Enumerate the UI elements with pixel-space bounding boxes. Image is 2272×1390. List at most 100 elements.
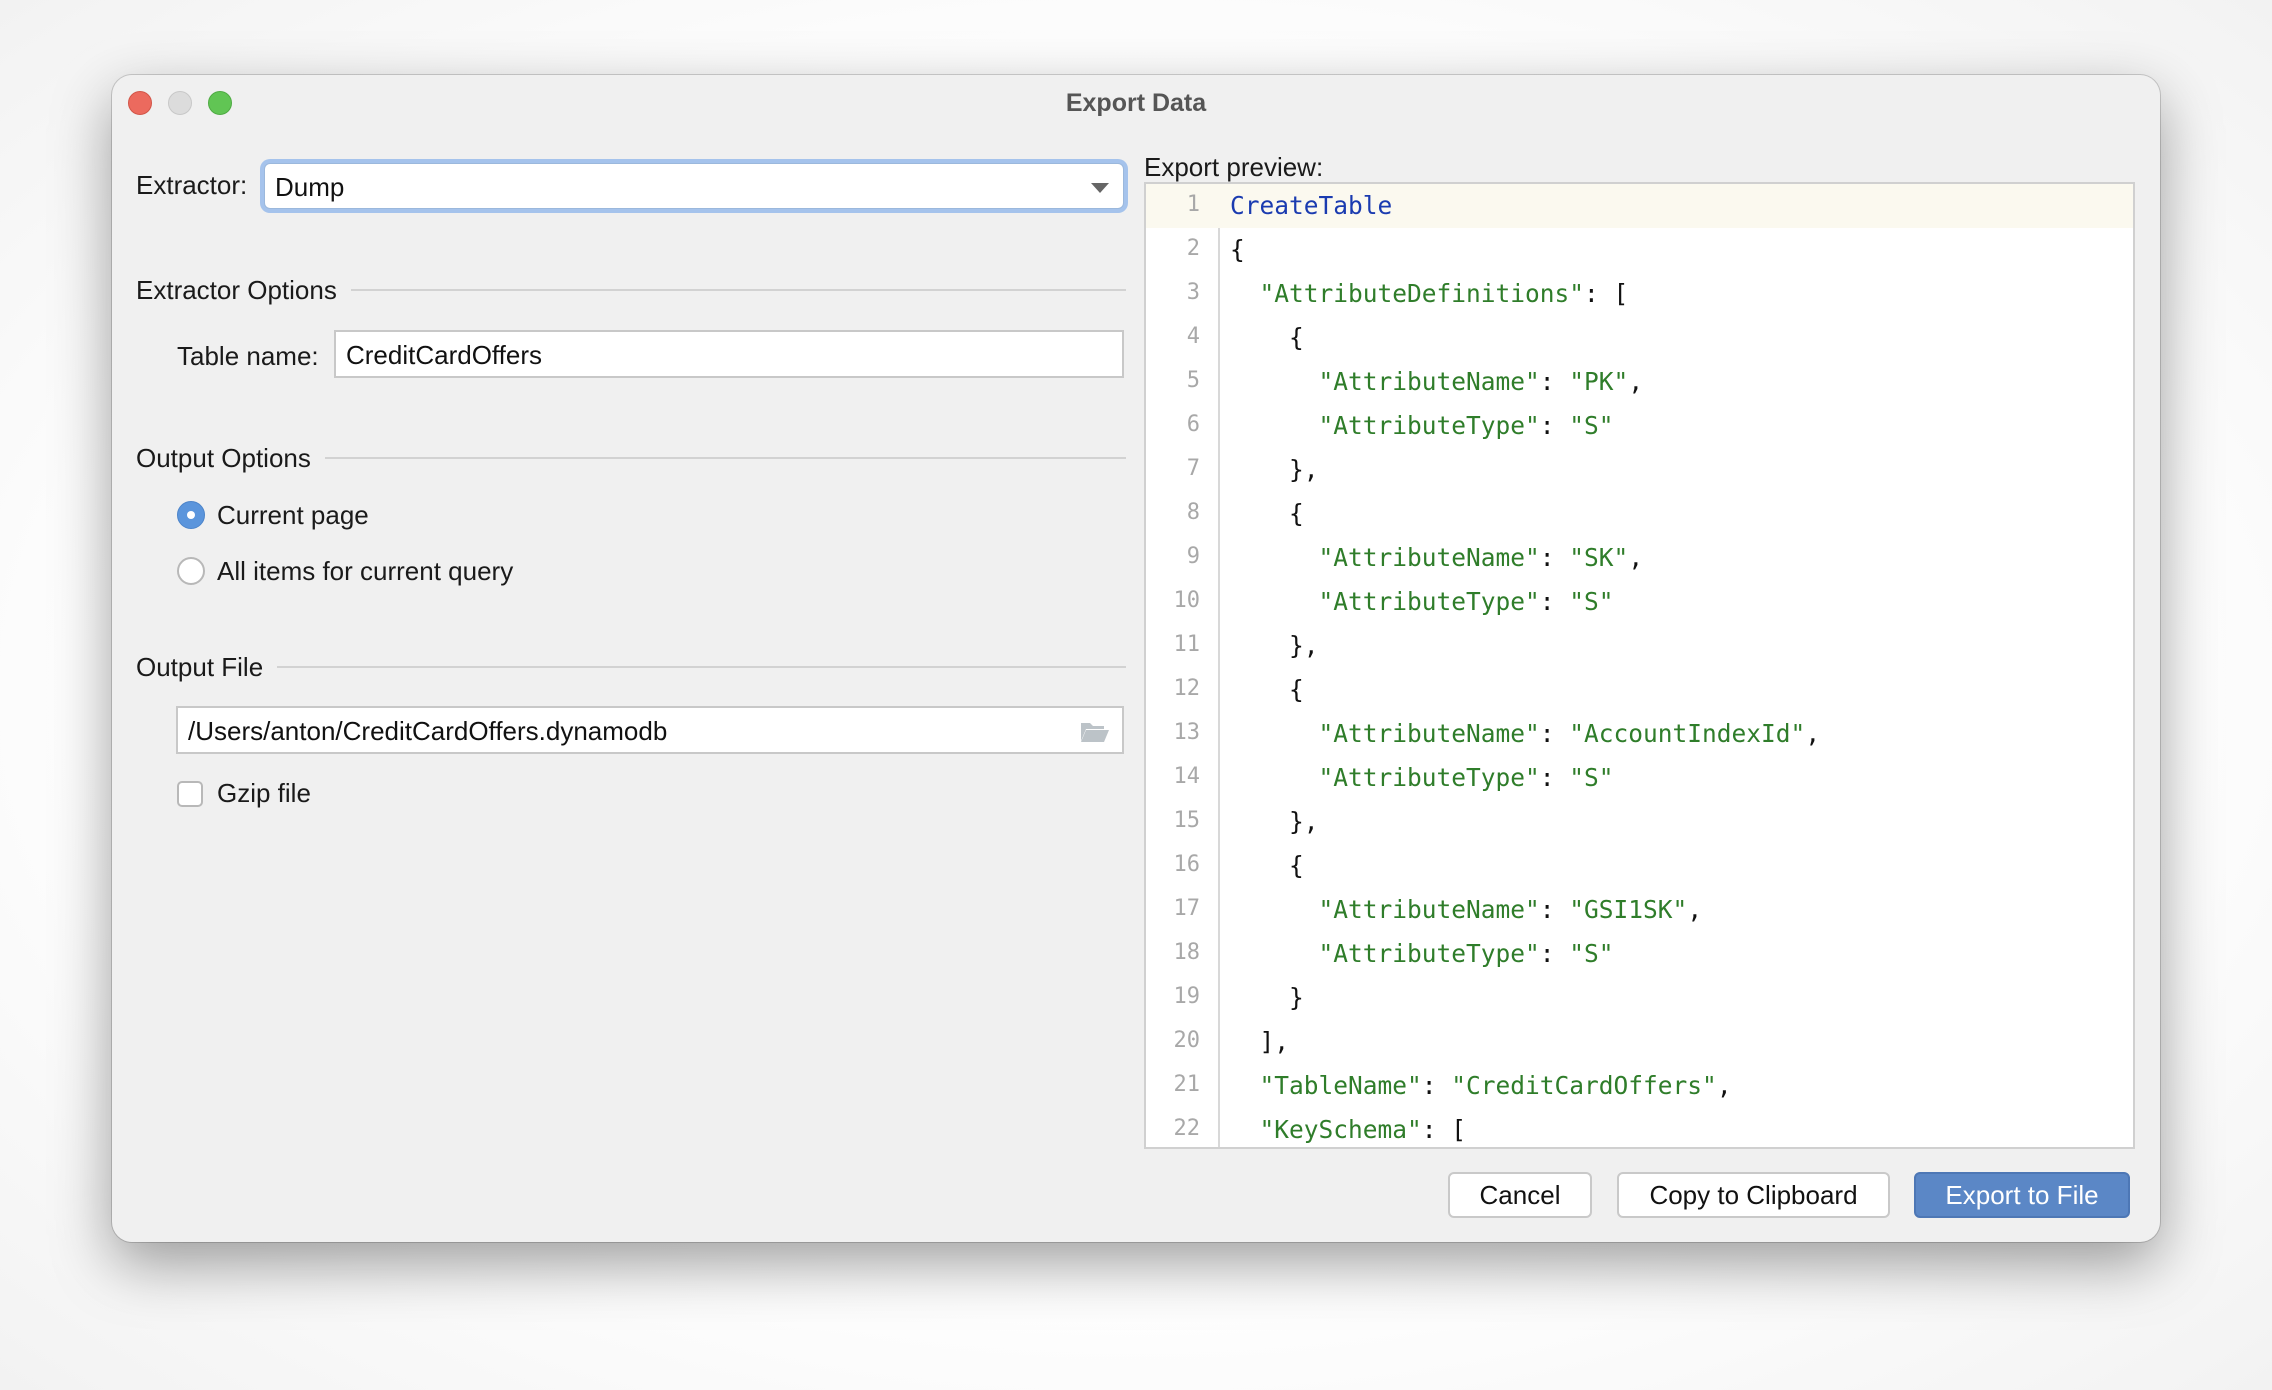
output-file-path-value: /Users/anton/CreditCardOffers.dynamodb xyxy=(188,716,668,746)
code-string: "TableName" xyxy=(1259,1071,1422,1100)
code-line[interactable]: 1 CreateTable xyxy=(1146,184,2133,228)
line-number: 9 xyxy=(1186,544,1200,569)
line-number: 4 xyxy=(1186,324,1200,349)
radio-button-selected[interactable] xyxy=(177,501,205,529)
output-file-path-input[interactable]: /Users/anton/CreditCardOffers.dynamodb xyxy=(176,706,1124,754)
gzip-label[interactable]: Gzip file xyxy=(217,778,311,809)
export-preview-editor[interactable]: 1 CreateTable 2{3 "AttributeDefinitions": … xyxy=(1144,182,2135,1149)
export-data-dialog: Export Data Extractor: Dump Extractor Op… xyxy=(112,75,2160,1242)
code-line[interactable]: 20 ], xyxy=(1146,1020,2133,1064)
code-punctuation: : [ xyxy=(1421,1115,1467,1144)
code-text: }, xyxy=(1230,807,1319,836)
line-number: 11 xyxy=(1173,632,1201,657)
line-number: 2 xyxy=(1186,236,1200,261)
code-text: "AttributeName": "AccountIndexId", xyxy=(1230,719,1821,748)
line-number: 14 xyxy=(1173,764,1201,789)
table-name-label: Table name: xyxy=(177,341,319,371)
extractor-dropdown[interactable]: Dump xyxy=(264,163,1124,209)
code-punctuation: ], xyxy=(1230,1027,1290,1056)
line-number: 6 xyxy=(1186,412,1200,437)
code-text: "AttributeType": "S" xyxy=(1230,587,1614,616)
copy-to-clipboard-button[interactable]: Copy to Clipboard xyxy=(1617,1172,1890,1218)
code-punctuation: : xyxy=(1539,367,1570,396)
folder-icon[interactable] xyxy=(1080,721,1110,743)
code-text: "AttributeDefinitions": [ xyxy=(1230,279,1629,308)
extractor-options-heading: Extractor Options xyxy=(136,274,337,305)
code-text: "AttributeType": "S" xyxy=(1230,939,1614,968)
code-text: { xyxy=(1230,235,1245,264)
code-punctuation: : xyxy=(1539,895,1570,924)
code-string: "KeySchema" xyxy=(1259,1115,1422,1144)
section-divider xyxy=(324,457,1126,459)
code-text: } xyxy=(1230,983,1304,1012)
code-string: "AttributeType" xyxy=(1318,411,1540,440)
output-file-heading: Output File xyxy=(136,651,264,682)
code-line[interactable]: 4 { xyxy=(1146,316,2133,360)
code-punctuation xyxy=(1230,719,1319,748)
code-line[interactable]: 21 "TableName": "CreditCardOffers", xyxy=(1146,1064,2133,1108)
table-name-value: CreditCardOffers xyxy=(346,340,543,370)
code-punctuation: }, xyxy=(1230,455,1319,484)
extractor-label: Extractor: xyxy=(136,170,248,200)
line-number: 13 xyxy=(1173,720,1201,745)
code-line[interactable]: 2{ xyxy=(1146,228,2133,272)
cancel-button[interactable]: Cancel xyxy=(1448,1172,1592,1218)
code-punctuation: } xyxy=(1230,983,1304,1012)
code-punctuation xyxy=(1230,587,1319,616)
code-line[interactable]: 15 }, xyxy=(1146,800,2133,844)
dialog-title: Export Data xyxy=(1065,89,1207,117)
code-punctuation: : xyxy=(1539,719,1570,748)
line-number: 16 xyxy=(1173,852,1201,877)
line-number: 8 xyxy=(1186,500,1200,525)
code-punctuation xyxy=(1230,411,1319,440)
code-text: { xyxy=(1230,851,1304,880)
code-line[interactable]: 14 "AttributeType": "S" xyxy=(1146,756,2133,800)
output-options-heading: Output Options xyxy=(136,442,311,473)
code-line[interactable]: 5 "AttributeName": "PK", xyxy=(1146,360,2133,404)
code-string: "AttributeName" xyxy=(1318,543,1540,572)
code-keyword: CreateTable xyxy=(1230,191,1393,220)
code-text: "AttributeName": "SK", xyxy=(1230,543,1644,572)
code-text: "AttributeName": "PK", xyxy=(1230,367,1644,396)
code-string: "GSI1SK" xyxy=(1569,895,1688,924)
line-number: 22 xyxy=(1173,1116,1201,1141)
code-line[interactable]: 18 "AttributeType": "S" xyxy=(1146,932,2133,976)
code-punctuation: : xyxy=(1539,411,1570,440)
code-line[interactable]: 10 "AttributeType": "S" xyxy=(1146,580,2133,624)
line-number: 12 xyxy=(1173,676,1201,701)
code-line[interactable]: 8 { xyxy=(1146,492,2133,536)
code-line[interactable]: 11 }, xyxy=(1146,624,2133,668)
code-punctuation xyxy=(1230,939,1319,968)
code-line[interactable]: 12 { xyxy=(1146,668,2133,712)
code-line[interactable]: 6 "AttributeType": "S" xyxy=(1146,404,2133,448)
gzip-checkbox[interactable] xyxy=(177,781,203,807)
radio-label[interactable]: All items for current query xyxy=(217,556,513,587)
output-file-section: Output File xyxy=(136,652,1126,682)
code-text: { xyxy=(1230,675,1304,704)
export-to-file-button[interactable]: Export to File xyxy=(1914,1172,2130,1218)
line-number: 7 xyxy=(1186,456,1200,481)
code-line[interactable]: 17 "AttributeName": "GSI1SK", xyxy=(1146,888,2133,932)
code-line[interactable]: 13 "AttributeName": "AccountIndexId", xyxy=(1146,712,2133,756)
code-punctuation: { xyxy=(1230,851,1304,880)
code-punctuation: , xyxy=(1628,543,1644,572)
table-name-input[interactable]: CreditCardOffers xyxy=(334,330,1124,378)
code-line[interactable]: 9 "AttributeName": "SK", xyxy=(1146,536,2133,580)
code-punctuation xyxy=(1230,1071,1260,1100)
code-line[interactable]: 16 { xyxy=(1146,844,2133,888)
code-line[interactable]: 19 } xyxy=(1146,976,2133,1020)
radio-button-unselected[interactable] xyxy=(177,557,205,585)
code-line[interactable]: 22 "KeySchema": [ xyxy=(1146,1108,2133,1147)
code-line[interactable]: 3 "AttributeDefinitions": [ xyxy=(1146,272,2133,316)
code-string: "S" xyxy=(1569,587,1614,616)
code-punctuation: : xyxy=(1539,587,1570,616)
code-punctuation: , xyxy=(1805,719,1821,748)
radio-label[interactable]: Current page xyxy=(217,500,369,531)
code-punctuation: : xyxy=(1539,543,1570,572)
code-punctuation xyxy=(1230,1115,1260,1144)
code-punctuation: { xyxy=(1230,323,1304,352)
code-string: "S" xyxy=(1569,939,1614,968)
code-line[interactable]: 7 }, xyxy=(1146,448,2133,492)
code-string: "AttributeType" xyxy=(1318,763,1540,792)
code-punctuation: : xyxy=(1539,939,1570,968)
